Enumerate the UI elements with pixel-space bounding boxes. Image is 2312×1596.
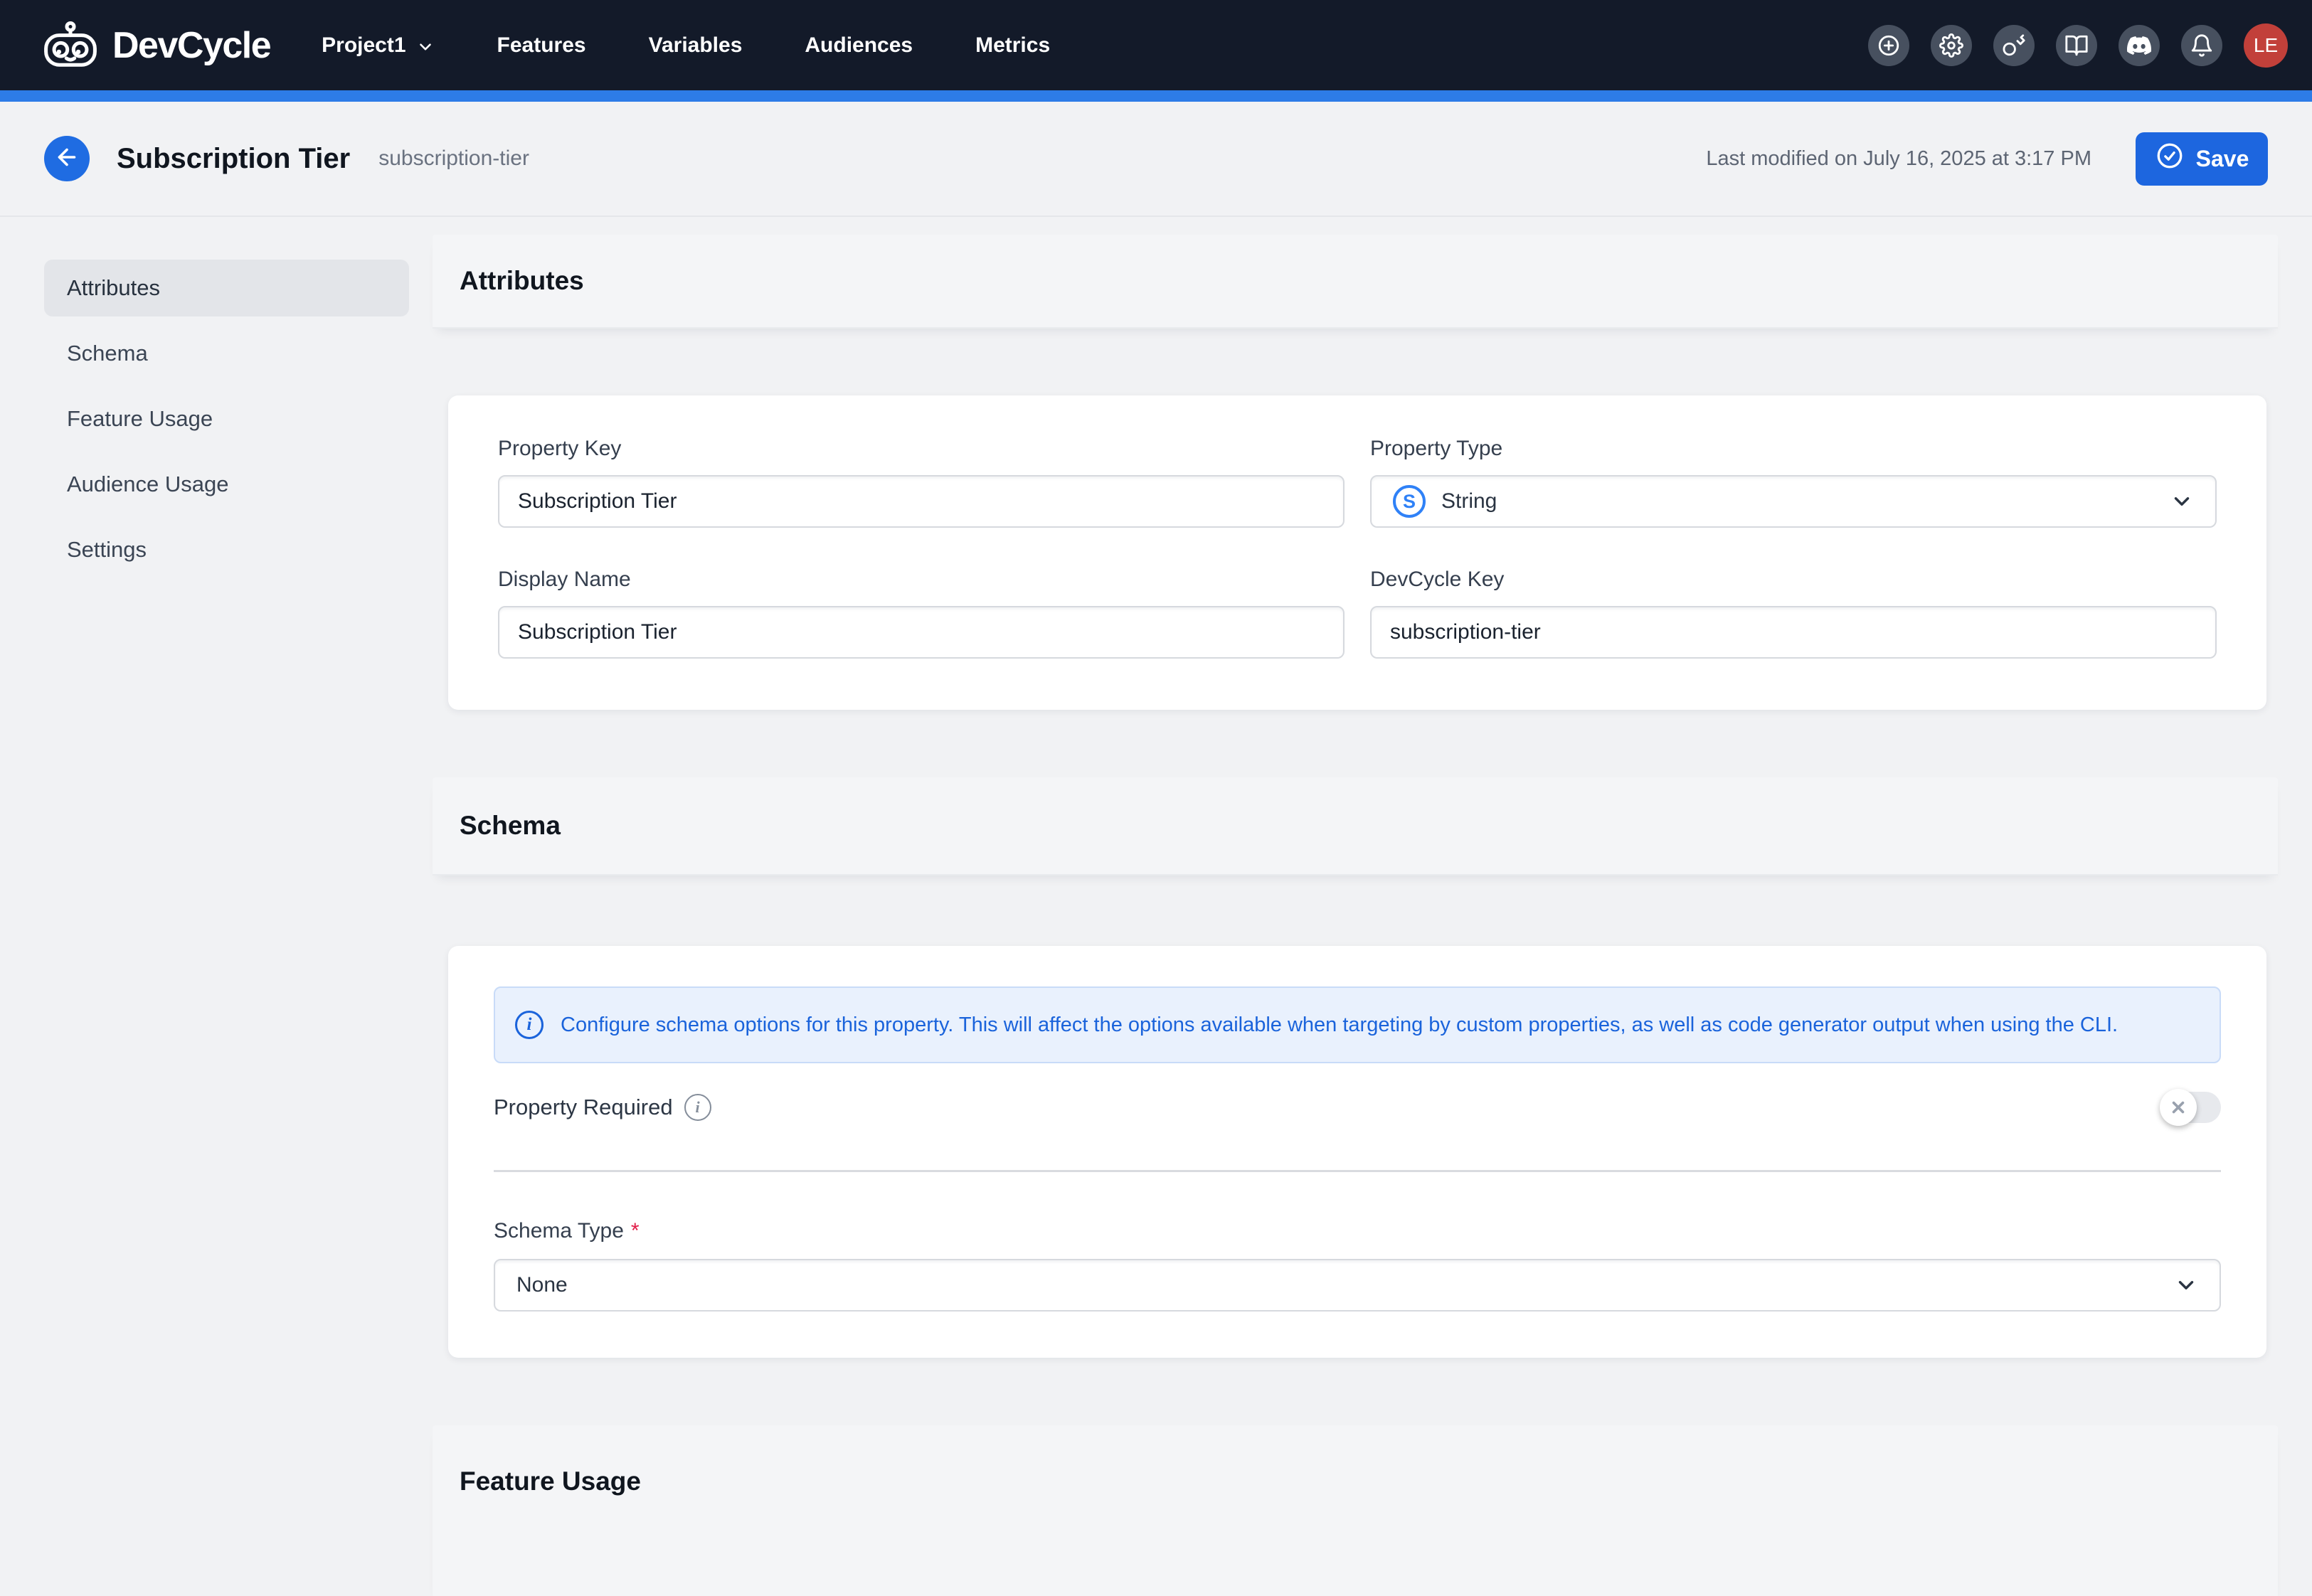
sidebar-item-audience-usage[interactable]: Audience Usage (44, 456, 409, 513)
nav-item-metrics[interactable]: Metrics (975, 33, 1050, 58)
attributes-card: Property Key Property Type S String Disp… (448, 395, 2266, 710)
notifications-button[interactable] (2181, 25, 2222, 66)
property-required-info-icon[interactable]: i (684, 1094, 711, 1121)
x-icon (2170, 1100, 2186, 1115)
navbar-actions: LE (1868, 23, 2288, 68)
display-name-field: Display Name (498, 568, 1345, 659)
display-name-input[interactable] (498, 606, 1345, 659)
save-button-label: Save (2196, 146, 2249, 172)
save-button[interactable]: Save (2136, 132, 2268, 186)
back-button[interactable] (44, 136, 90, 181)
schema-type-label: Schema Type (494, 1219, 624, 1243)
devcycle-key-input[interactable] (1370, 606, 2217, 659)
property-key-field: Property Key (498, 437, 1345, 528)
display-name-label: Display Name (498, 568, 1345, 592)
devcycle-key-label: DevCycle Key (1370, 568, 2217, 592)
feature-usage-section-title: Feature Usage (460, 1467, 641, 1496)
devcycle-key-field: DevCycle Key (1370, 568, 2217, 659)
project-selector-label: Project1 (322, 33, 405, 58)
string-type-icon: S (1393, 485, 1426, 518)
main-column: Attributes Property Key Property Type S … (433, 235, 2278, 1596)
nav-item-audiences[interactable]: Audiences (805, 33, 913, 58)
property-required-label: Property Required (494, 1095, 673, 1120)
discord-button[interactable] (2119, 25, 2160, 66)
schema-info-banner-text: Configure schema options for this proper… (561, 1014, 2118, 1037)
feature-usage-section-header: Feature Usage (433, 1425, 2278, 1596)
nav-item-variables[interactable]: Variables (649, 33, 743, 58)
schema-section-header: Schema (433, 777, 2278, 876)
section-sidebar: Attributes Schema Feature Usage Audience… (44, 235, 409, 587)
book-open-icon (2064, 33, 2089, 58)
divider (494, 1170, 2221, 1172)
page-subtitle-key: subscription-tier (378, 147, 529, 171)
schema-section-title: Schema (460, 811, 561, 841)
property-key-input[interactable] (498, 475, 1345, 528)
page-header: Subscription Tier subscription-tier Last… (0, 102, 2312, 217)
api-keys-button[interactable] (1993, 25, 2035, 66)
add-button[interactable] (1868, 25, 1909, 66)
nav-item-features[interactable]: Features (497, 33, 586, 58)
property-type-label: Property Type (1370, 437, 2217, 461)
property-type-value: String (1441, 489, 1497, 514)
property-key-label: Property Key (498, 437, 1345, 461)
user-avatar[interactable]: LE (2244, 23, 2288, 68)
chevron-down-icon (2170, 489, 2194, 514)
plus-circle-icon (1877, 33, 1901, 58)
last-modified-text: Last modified on July 16, 2025 at 3:17 P… (1706, 147, 2091, 171)
toggle-knob (2160, 1089, 2197, 1126)
sidebar-item-schema[interactable]: Schema (44, 325, 409, 382)
info-icon: i (515, 1011, 543, 1039)
property-type-select[interactable]: S String (1370, 475, 2217, 528)
discord-icon (2127, 33, 2151, 58)
content-area: Attributes Schema Feature Usage Audience… (0, 217, 2312, 1596)
devcycle-logo[interactable]: DevCycle (40, 19, 270, 72)
docs-button[interactable] (2056, 25, 2097, 66)
bell-icon (2190, 33, 2214, 58)
schema-type-value: None (516, 1273, 568, 1297)
accent-bar (0, 90, 2312, 102)
schema-type-field: Schema Type * None (494, 1219, 2221, 1312)
schema-type-select[interactable]: None (494, 1259, 2221, 1312)
gear-icon (1939, 33, 1963, 58)
nav-links: Project1 Features Variables Audiences Me… (322, 33, 1050, 58)
property-type-field: Property Type S String (1370, 437, 2217, 528)
property-required-row: Property Required i (494, 1089, 2221, 1126)
chevron-down-icon (2174, 1273, 2198, 1297)
sidebar-item-attributes[interactable]: Attributes (44, 260, 409, 316)
required-asterisk: * (631, 1219, 640, 1243)
check-circle-icon (2155, 141, 2185, 176)
page-title: Subscription Tier (117, 143, 350, 175)
sidebar-item-settings[interactable]: Settings (44, 521, 409, 578)
sidebar-item-feature-usage[interactable]: Feature Usage (44, 390, 409, 447)
devcycle-robot-icon (40, 19, 101, 72)
attributes-section-title: Attributes (460, 266, 584, 296)
brand-name: DevCycle (112, 24, 270, 67)
property-required-toggle[interactable] (2161, 1092, 2221, 1123)
project-selector[interactable]: Project1 (322, 33, 434, 58)
schema-card: i Configure schema options for this prop… (448, 946, 2266, 1358)
chevron-down-icon (416, 35, 435, 56)
arrow-left-icon (54, 144, 80, 174)
key-icon (2002, 33, 2026, 58)
settings-button[interactable] (1931, 25, 1972, 66)
top-navbar: DevCycle Project1 Features Variables Aud… (0, 0, 2312, 90)
attributes-section-header: Attributes (433, 235, 2278, 329)
schema-info-banner: i Configure schema options for this prop… (494, 986, 2221, 1063)
